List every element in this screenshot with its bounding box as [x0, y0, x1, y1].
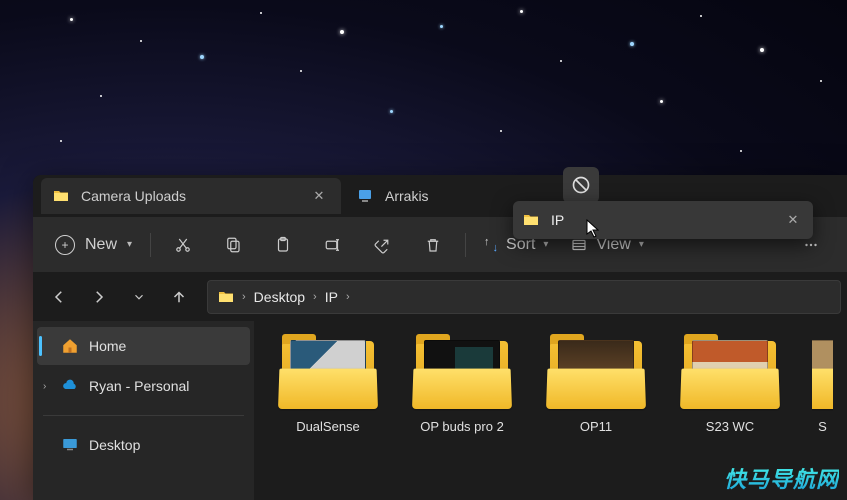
copy-button[interactable]	[211, 227, 255, 263]
forward-button[interactable]	[81, 279, 117, 315]
navigation-bar: › Desktop › IP ›	[33, 273, 847, 321]
cut-button[interactable]	[161, 227, 205, 263]
chevron-right-icon: ›	[313, 291, 317, 303]
sidebar-item-ryan-personal[interactable]: › Ryan - Personal	[37, 367, 250, 405]
chevron-down-icon: ▾	[543, 239, 548, 250]
folder-thumbnail	[678, 339, 782, 411]
new-button[interactable]: + New ▾	[47, 227, 140, 263]
tab-camera-uploads[interactable]: Camera Uploads ✕	[41, 178, 341, 214]
up-button[interactable]	[161, 279, 197, 315]
chevron-down-icon: ▾	[127, 239, 132, 250]
separator	[150, 233, 151, 257]
sidebar: Home › Ryan - Personal Desktop	[33, 321, 254, 500]
folder-icon	[218, 289, 234, 305]
sidebar-item-label: Desktop	[89, 437, 140, 453]
folder-label: S23 WC	[706, 419, 754, 434]
chevron-right-icon: ›	[242, 291, 246, 303]
folder-thumbnail	[544, 339, 648, 411]
recent-locations-button[interactable]	[121, 279, 157, 315]
address-bar[interactable]: › Desktop › IP ›	[207, 280, 841, 314]
close-icon[interactable]: ✕	[783, 210, 803, 230]
folder-thumbnail	[410, 339, 514, 411]
folder-label: DualSense	[296, 419, 360, 434]
folder-dualsense[interactable]: DualSense	[276, 339, 380, 500]
close-icon[interactable]: ✕	[309, 186, 329, 206]
sidebar-item-desktop[interactable]: Desktop	[37, 426, 250, 464]
folder-thumbnail	[812, 339, 833, 411]
sidebar-item-label: Ryan - Personal	[89, 378, 189, 394]
delete-button[interactable]	[411, 227, 455, 263]
dragged-tab-label: IP	[551, 212, 564, 228]
back-button[interactable]	[41, 279, 77, 315]
desktop-icon	[61, 436, 79, 454]
separator	[43, 415, 244, 416]
sidebar-item-home[interactable]: Home	[37, 327, 250, 365]
file-explorer-window: Camera Uploads ✕ Arrakis ✕ IP	[33, 175, 847, 500]
folder-op-buds-pro-2[interactable]: OP buds pro 2	[410, 339, 514, 500]
breadcrumb-desktop[interactable]: Desktop	[254, 289, 305, 305]
folder-icon	[523, 212, 539, 228]
chevron-down-icon: ▾	[639, 239, 644, 250]
sidebar-item-label: Home	[89, 338, 126, 354]
breadcrumb-ip[interactable]: IP	[325, 289, 338, 305]
chevron-right-icon[interactable]: ›	[43, 381, 46, 392]
rename-button[interactable]	[311, 227, 355, 263]
separator	[465, 233, 466, 257]
share-button[interactable]	[361, 227, 405, 263]
folder-label: S	[818, 419, 827, 434]
home-icon	[61, 337, 79, 355]
pc-icon	[357, 188, 373, 204]
chevron-right-icon: ›	[346, 291, 350, 303]
folder-thumbnail	[276, 339, 380, 411]
sort-icon: ↑↓	[484, 237, 498, 253]
watermark: 快马导航网	[724, 462, 839, 494]
folder-icon	[53, 188, 69, 204]
dragged-tab-ip[interactable]: IP ✕	[513, 201, 813, 239]
no-drop-icon	[563, 167, 599, 203]
folder-op11[interactable]: OP11	[544, 339, 648, 500]
tab-label: Arrakis	[385, 188, 429, 204]
onedrive-icon	[61, 377, 79, 395]
paste-button[interactable]	[261, 227, 305, 263]
tab-label: Camera Uploads	[81, 188, 186, 204]
folder-label: OP11	[580, 419, 612, 434]
tab-bar: Camera Uploads ✕ Arrakis ✕ IP	[33, 175, 847, 217]
plus-icon: +	[55, 235, 75, 255]
folder-label: OP buds pro 2	[420, 419, 504, 434]
new-button-label: New	[85, 236, 117, 254]
